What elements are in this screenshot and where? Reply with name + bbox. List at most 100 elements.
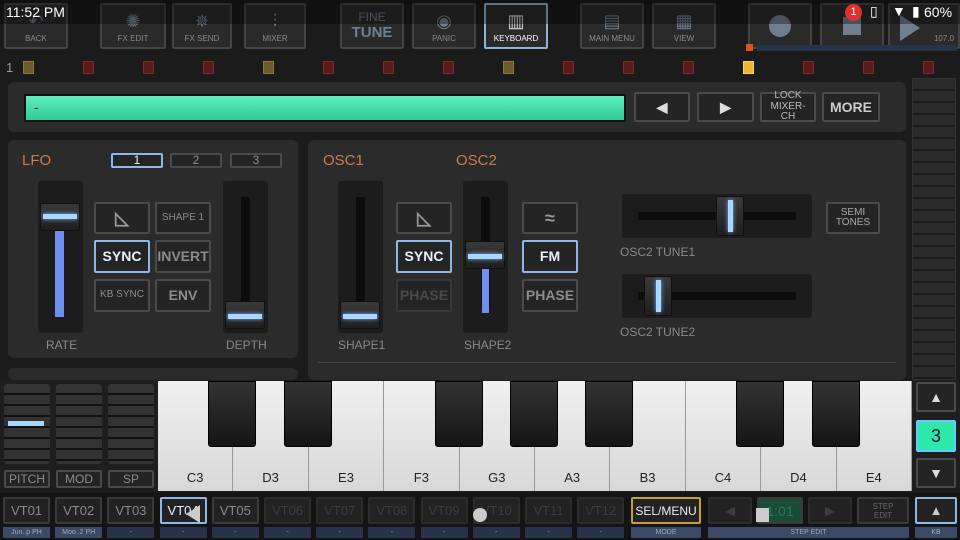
mod-label: MOD	[56, 470, 102, 488]
track-sub-label: -	[472, 527, 520, 538]
more-button[interactable]: MORE	[822, 92, 880, 122]
black-key[interactable]	[208, 381, 257, 447]
lfo-tab-1[interactable]: 1	[111, 153, 163, 168]
tune2-handle[interactable]	[644, 276, 672, 316]
rate-fill	[55, 231, 64, 317]
step-next-button[interactable]: ▶	[808, 497, 852, 524]
osc2-tune1-slider[interactable]	[622, 194, 812, 238]
osc1-waveform-button[interactable]: ◺	[396, 202, 452, 234]
lfo-env-button[interactable]: ENV	[155, 279, 211, 312]
track-button-vt09[interactable]: VT09	[420, 497, 468, 524]
osc2-title: OSC2	[456, 152, 497, 169]
lfo-invert-button[interactable]: INVERT	[155, 240, 211, 273]
shape1-handle[interactable]	[340, 301, 380, 329]
saw-wave-icon: ◺	[115, 207, 129, 228]
button-label: MIXER	[262, 34, 288, 43]
sp-wheel[interactable]	[108, 384, 154, 464]
osc2-waveform-button[interactable]: ≈	[522, 202, 578, 234]
black-key[interactable]	[811, 381, 860, 447]
mod-wheel[interactable]	[56, 384, 102, 464]
pattern-slot[interactable]	[443, 61, 454, 74]
osc1-phase-button[interactable]: PHASE	[396, 279, 452, 312]
pattern-slot[interactable]	[203, 61, 214, 74]
tune-text: TUNE	[351, 24, 393, 41]
next-icon: ▶	[825, 502, 835, 518]
shape2-handle[interactable]	[465, 241, 505, 269]
battery-icon: ▮	[912, 3, 920, 19]
kb-toggle-button[interactable]: ▲	[915, 497, 957, 524]
vibrate-icon: ▯	[870, 3, 878, 19]
black-key[interactable]	[585, 381, 634, 447]
rate-handle[interactable]	[40, 203, 80, 231]
track-button-vt11[interactable]: VT11	[525, 497, 572, 524]
pattern-slot[interactable]	[923, 61, 934, 74]
prev-icon: ◀	[725, 502, 735, 518]
pattern-slot[interactable]	[803, 61, 814, 74]
black-key[interactable]	[736, 381, 785, 447]
track-button-vt08[interactable]: VT08	[368, 497, 416, 524]
pattern-slot[interactable]	[503, 61, 514, 74]
battery-level: 60%	[924, 4, 953, 20]
pattern-slot[interactable]	[23, 61, 34, 74]
track-button-vt07[interactable]: VT07	[316, 497, 364, 524]
track-sub-label: Moo..2 PH	[55, 527, 103, 538]
pattern-slot[interactable]	[743, 61, 754, 74]
osc2-phase-button[interactable]: PHASE	[522, 279, 578, 312]
pattern-slot[interactable]	[263, 61, 274, 74]
lfo-tab-3[interactable]: 3	[230, 153, 282, 168]
nav-back-icon[interactable]	[186, 505, 200, 523]
track-button-vt05[interactable]: VT05	[211, 497, 259, 524]
pattern-slot[interactable]	[623, 61, 634, 74]
pattern-slot[interactable]	[563, 61, 574, 74]
step-edit-button[interactable]: STEP EDIT	[857, 497, 909, 524]
sel-menu-button[interactable]: SEL/MENU	[631, 497, 701, 524]
depth-slider[interactable]	[223, 181, 268, 333]
lfo-kb-sync-button[interactable]: KB SYNC	[94, 279, 150, 312]
lock-mixer-ch-button[interactable]: LOCK MIXER-CH	[760, 91, 816, 122]
pattern-slot[interactable]	[83, 61, 94, 74]
black-key[interactable]	[283, 381, 332, 447]
black-key[interactable]	[434, 381, 483, 447]
octave-up-button[interactable]: ▲	[916, 382, 956, 412]
step-prev-button[interactable]: ◀	[708, 497, 752, 524]
pattern-slot[interactable]	[143, 61, 154, 74]
track-sub-label: -	[316, 527, 364, 538]
black-key[interactable]	[510, 381, 558, 447]
track-button-vt03[interactable]: VT03	[107, 497, 155, 524]
track-button-vt01[interactable]: VT01	[3, 497, 50, 524]
osc2-tune2-slider[interactable]	[622, 274, 812, 318]
pattern-slot[interactable]	[863, 61, 874, 74]
tune1-handle[interactable]	[716, 196, 744, 236]
track-sub-label: -	[211, 527, 259, 538]
track-button-vt06[interactable]: VT06	[264, 497, 311, 524]
preset-name-field[interactable]: -	[24, 94, 626, 122]
next-button[interactable]: ▶	[697, 92, 754, 122]
track-button-vt02[interactable]: VT02	[55, 497, 103, 524]
notification-badge: 1	[845, 4, 862, 21]
semitones-button[interactable]: SEMI TONES	[826, 202, 880, 234]
pitch-wheel[interactable]	[4, 384, 50, 464]
shape2-slider[interactable]	[463, 181, 508, 333]
nav-home-icon[interactable]	[473, 508, 487, 522]
shape1-slider[interactable]	[338, 181, 383, 333]
pattern-slot[interactable]	[683, 61, 694, 74]
rate-slider[interactable]	[38, 181, 83, 333]
track-sub-label: -	[577, 527, 625, 538]
pattern-slot[interactable]	[323, 61, 334, 74]
pattern-slot[interactable]	[383, 61, 394, 74]
lfo-sync-button[interactable]: SYNC	[94, 240, 150, 273]
step-edit-label: STEP EDIT	[708, 527, 909, 538]
prev-button[interactable]: ◀	[634, 92, 690, 122]
nav-recents-icon[interactable]	[756, 508, 769, 522]
fm-button[interactable]: FM	[522, 240, 578, 273]
osc-sync-button[interactable]: SYNC	[396, 240, 452, 273]
pitch-label: PITCH	[4, 470, 50, 488]
lfo-tab-2[interactable]: 2	[170, 153, 222, 168]
panel-scrollbar[interactable]	[912, 78, 956, 380]
depth-handle[interactable]	[225, 301, 265, 329]
octave-down-button[interactable]: ▼	[916, 458, 956, 488]
clock: 11:52 PM	[6, 4, 65, 20]
lfo-shape-button[interactable]: SHAPE 1	[155, 202, 211, 234]
lfo-waveform-button[interactable]: ◺	[94, 202, 150, 234]
track-button-vt12[interactable]: VT12	[577, 497, 625, 524]
